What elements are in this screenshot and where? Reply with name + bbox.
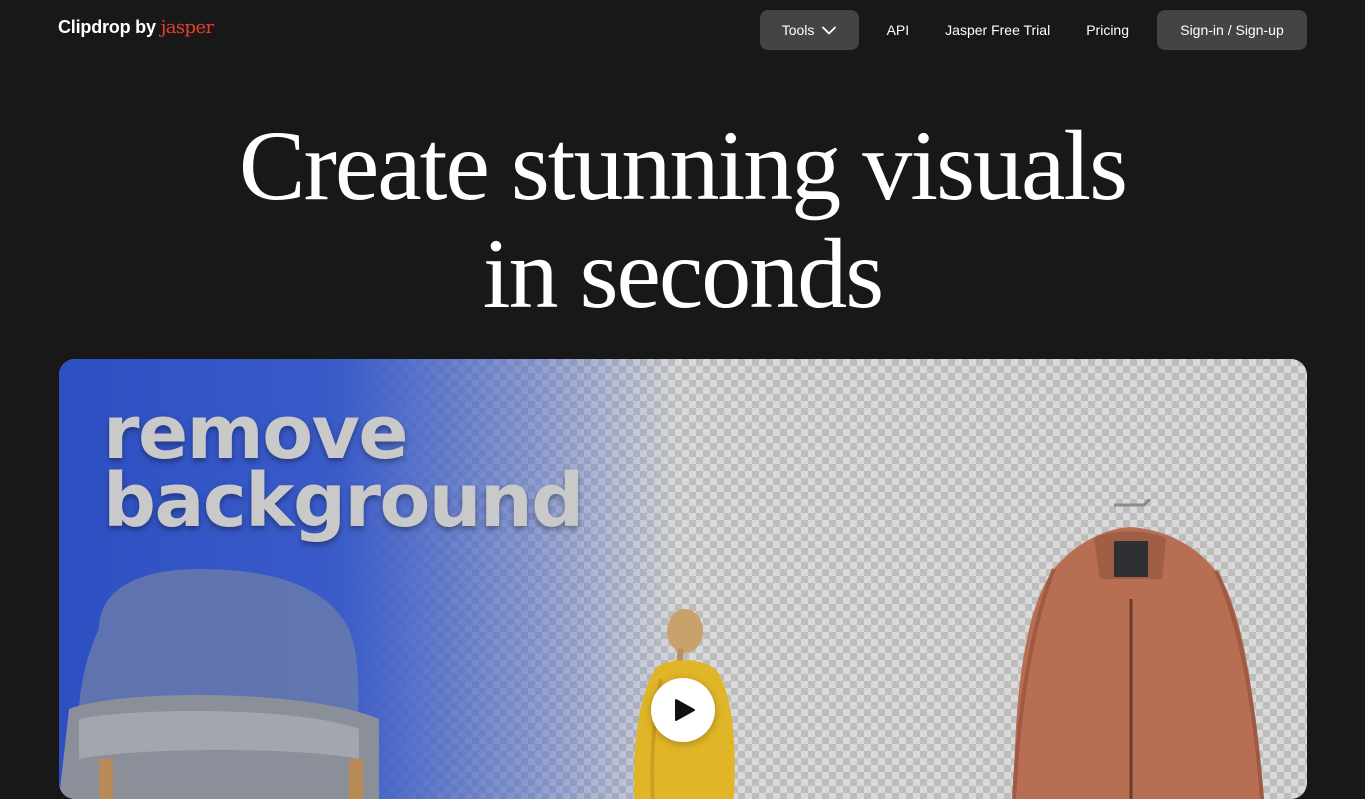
hero-title-line-1: Create stunning visuals <box>238 110 1128 221</box>
nav-link-api[interactable]: API <box>875 10 922 50</box>
jacket-image <box>1012 499 1264 799</box>
nav-link-jasper-free-trial[interactable]: Jasper Free Trial <box>933 10 1062 50</box>
jasper-logo: jasper <box>160 17 214 38</box>
overlay-line-1: remove <box>103 390 409 476</box>
chevron-down-icon <box>822 26 837 34</box>
media-overlay-text: remove background <box>103 390 584 544</box>
tools-menu-button[interactable]: Tools <box>759 10 859 50</box>
chair-image <box>59 569 379 799</box>
signin-signup-button[interactable]: Sign-in / Sign-up <box>1157 10 1307 50</box>
hero-title-line-2: in seconds <box>482 218 884 329</box>
main-nav: Tools API Jasper Free Trial Pricing Sign… <box>759 10 1307 50</box>
play-button[interactable] <box>651 678 715 742</box>
play-icon <box>675 699 695 721</box>
clipdrop-logo[interactable]: Clipdrop by jasper <box>58 17 214 38</box>
site-header: Clipdrop by jasper Tools API Jasper Free… <box>0 0 1365 60</box>
overlay-line-2: background <box>103 458 584 544</box>
hero-title: Create stunning visuals in seconds <box>0 112 1365 328</box>
nav-link-pricing[interactable]: Pricing <box>1074 10 1141 50</box>
tools-label: Tools <box>781 22 815 38</box>
logo-text: Clipdrop by <box>58 17 156 37</box>
hero-video[interactable]: remove background <box>59 359 1307 799</box>
